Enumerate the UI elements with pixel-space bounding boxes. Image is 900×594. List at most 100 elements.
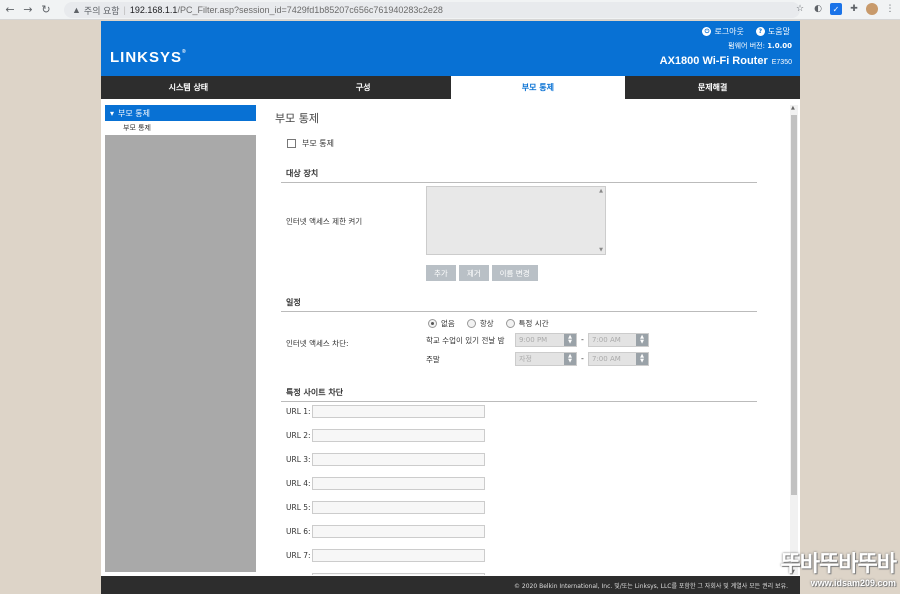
back-icon[interactable]: ← <box>2 2 18 18</box>
extension-icon[interactable]: ◐ <box>812 3 824 15</box>
school-from-select[interactable]: 9:00 PM ▲ ▼ <box>515 333 577 347</box>
help-icon: ? <box>755 27 765 36</box>
spinner-icon[interactable]: ▲ ▼ <box>636 353 648 365</box>
tab-troubleshooting[interactable]: 문제해결 <box>625 76 800 99</box>
url-label: URL 2: <box>286 431 311 440</box>
forward-icon[interactable]: → <box>20 2 36 18</box>
sidebar: ▾ 부모 통제 부모 통제 <box>105 105 256 572</box>
weekend-from-select[interactable]: 자정 ▲ ▼ <box>515 352 577 366</box>
spinner-icon[interactable]: ▲ ▼ <box>564 334 576 346</box>
url-label: URL 3: <box>286 455 311 464</box>
spinner-icon[interactable]: ▲ ▼ <box>636 334 648 346</box>
block-label: 인터넷 액세스 차단: <box>286 339 349 348</box>
radio-specific-times[interactable]: 특정 시간 <box>505 318 549 329</box>
url-input-6[interactable] <box>312 525 485 538</box>
url-input-7[interactable] <box>312 549 485 562</box>
linksys-logo: LINKSYS® <box>110 49 187 66</box>
url-input-3[interactable] <box>312 453 485 466</box>
watermark: 뚜바뚜바뚜바 www.idsam209.com <box>780 546 897 588</box>
radio-label: 없음 <box>441 319 455 328</box>
reload-icon[interactable]: ↻ <box>38 2 54 18</box>
enable-parental-controls[interactable]: 부모 통제 <box>287 138 334 149</box>
school-to-select[interactable]: 7:00 AM ▲ ▼ <box>588 333 649 347</box>
radio-dot[interactable] <box>505 319 515 328</box>
help-label: 도움말 <box>767 27 790 36</box>
url-path: /PC_Filter.asp?session_id=7429fd1b85207c… <box>177 5 443 15</box>
radio-dot[interactable] <box>466 319 476 328</box>
tab-status[interactable]: 시스템 상태 <box>101 76 276 99</box>
address-bar[interactable]: ▲ 주의 요함 | 192.168.1.1 /PC_Filter.asp?ses… <box>64 2 800 18</box>
logo-text: LINKSYS <box>110 49 183 66</box>
enable-label: 부모 통제 <box>302 139 334 148</box>
block-sites-heading: 특정 사이트 차단 <box>281 387 757 402</box>
url-input-4[interactable] <box>312 477 485 490</box>
scroll-up-icon[interactable]: ▲ <box>791 105 795 111</box>
profile-avatar[interactable] <box>866 3 878 15</box>
school-nights-label: 학교 수업이 있기 전날 밤 <box>426 336 505 345</box>
warning-icon: ▲ <box>72 5 81 15</box>
enable-checkbox[interactable] <box>287 139 296 148</box>
puzzle-icon[interactable]: ✚ <box>848 3 860 15</box>
firmware-value: 1.0.00 <box>767 42 792 50</box>
url-label: URL 7: <box>286 551 311 560</box>
router-page: LINKSYS® ⏻ 로그아웃 ? 도움말 펌웨어 버전: 1.0.00 AX1… <box>101 21 800 594</box>
logout-label: 로그아웃 <box>714 27 744 36</box>
checkbox-extension-icon[interactable]: ✓ <box>830 3 842 15</box>
target-devices-heading: 대상 장치 <box>281 168 757 183</box>
radio-always[interactable]: 항상 <box>466 318 494 329</box>
schedule-heading: 일정 <box>281 297 757 312</box>
separator: | <box>123 5 126 15</box>
url-input-2[interactable] <box>312 429 485 442</box>
add-button[interactable]: 추가 <box>426 265 456 281</box>
scroll-thumb[interactable] <box>791 115 797 495</box>
model-code: E7350 <box>771 59 792 66</box>
block-radio-group: 없음 항상 특정 시간 <box>428 318 549 329</box>
watermark-text: 뚜바뚜바뚜바 <box>780 551 897 576</box>
radio-never[interactable]: 없음 <box>428 318 455 329</box>
help-link[interactable]: ? 도움말 <box>755 26 790 37</box>
scroll-down-icon[interactable]: ▼ <box>599 247 603 253</box>
url-input-8[interactable] <box>312 573 485 575</box>
header: LINKSYS® ⏻ 로그아웃 ? 도움말 펌웨어 버전: 1.0.00 AX1… <box>101 21 800 76</box>
watermark-url: www.idsam209.com <box>810 578 896 588</box>
content-scrollbar[interactable]: ▲ ▼ <box>790 105 798 575</box>
footer: © 2020 Belkin International, Inc. 및/또는 L… <box>101 576 800 594</box>
weekend-from-value: 자정 <box>519 355 532 363</box>
scroll-up-icon[interactable]: ▲ <box>599 188 603 194</box>
url-label: URL 1: <box>286 407 311 416</box>
spinner-icon[interactable]: ▲ ▼ <box>564 353 576 365</box>
url-input-1[interactable] <box>312 405 485 418</box>
model-text: AX1800 Wi-Fi Router <box>659 55 768 67</box>
main-tabs: 시스템 상태 구성 부모 통제 문제해결 <box>101 76 800 99</box>
radio-label: 항상 <box>479 319 494 328</box>
tab-setup[interactable]: 구성 <box>276 76 451 99</box>
rename-button[interactable]: 이름 변경 <box>491 265 538 281</box>
browser-toolbar: ← → ↻ ▲ 주의 요함 | 192.168.1.1 /PC_Filter.a… <box>0 0 900 20</box>
model-name: AX1800 Wi-Fi Router E7350 <box>660 55 792 67</box>
sidebar-item-parental-controls[interactable]: 부모 통제 <box>105 121 256 135</box>
firmware-version: 펌웨어 버전: 1.0.00 <box>728 41 792 51</box>
url-label: URL 6: <box>286 527 311 536</box>
remove-button[interactable]: 제거 <box>458 265 489 281</box>
copyright: © 2020 Belkin International, Inc. 및/또는 L… <box>514 582 788 590</box>
security-warning: 주의 요함 <box>83 5 120 16</box>
school-to-value: 7:00 AM <box>592 336 621 344</box>
main-content: 부모 통제 부모 통제 대상 장치 인터넷 액세스 제한 켜기 ▲ ▼ 추가 제… <box>266 105 791 575</box>
url-label: URL 4: <box>286 479 311 488</box>
logout-link[interactable]: ⏻ 로그아웃 <box>702 26 744 37</box>
sidebar-section[interactable]: ▾ 부모 통제 <box>105 105 256 121</box>
star-icon[interactable]: ☆ <box>794 3 806 15</box>
sidebar-section-label: 부모 통제 <box>118 108 150 118</box>
page-title: 부모 통제 <box>275 112 319 125</box>
url-label: URL 5: <box>286 503 311 512</box>
firmware-label: 펌웨어 버전: <box>728 42 765 50</box>
menu-icon[interactable]: ⋮ <box>884 3 896 15</box>
device-list[interactable]: ▲ ▼ <box>426 186 606 255</box>
url-input-5[interactable] <box>312 501 485 514</box>
weekend-label: 주말 <box>426 355 440 364</box>
time-dash: - <box>581 335 584 344</box>
tab-parental-controls[interactable]: 부모 통제 <box>450 76 626 99</box>
radio-dot[interactable] <box>428 319 437 328</box>
school-from-value: 9:00 PM <box>519 336 548 344</box>
weekend-to-select[interactable]: 7:00 AM ▲ ▼ <box>588 352 649 366</box>
